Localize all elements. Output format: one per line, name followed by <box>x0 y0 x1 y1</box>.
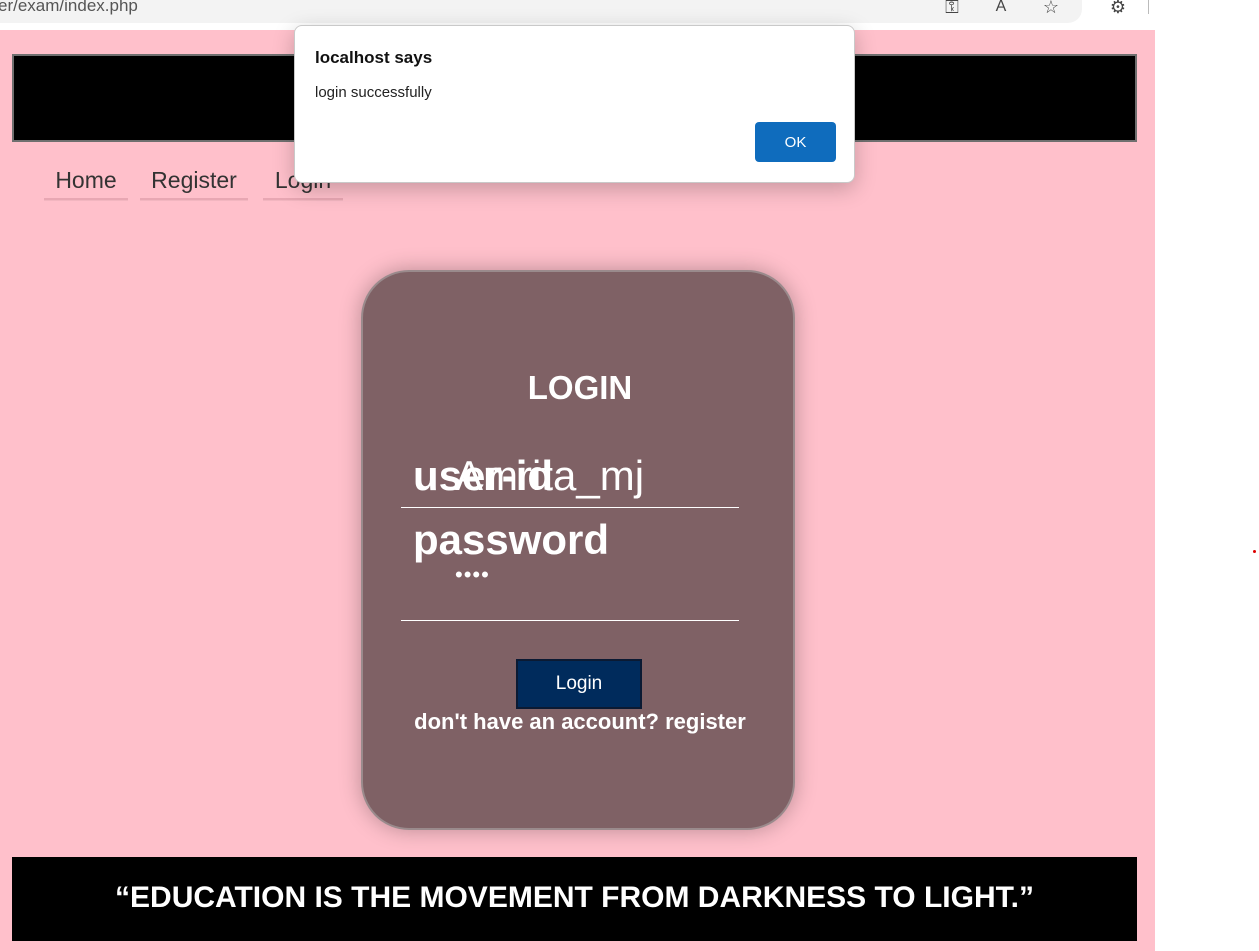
login-button[interactable]: Login <box>516 659 642 709</box>
password-underline <box>401 620 739 621</box>
right-gutter <box>1155 30 1259 951</box>
key-icon[interactable]: ⚿ <box>941 0 963 18</box>
dialog-message: login successfully <box>315 84 432 101</box>
toolbar-divider <box>1148 0 1149 14</box>
login-title: LOGIN <box>527 369 633 406</box>
login-card: LOGIN user-id password Login don't have … <box>361 270 795 830</box>
alert-dialog: localhost says login successfully OK <box>294 25 855 183</box>
stray-dot <box>1253 550 1256 553</box>
nav-register-link[interactable]: Register <box>140 160 248 200</box>
userid-input[interactable] <box>455 452 735 500</box>
address-url[interactable]: er/exam/index.php <box>0 0 138 16</box>
footer-quote: “EDUCATION IS THE MOVEMENT FROM DARKNESS… <box>115 881 1034 914</box>
dialog-ok-button[interactable]: OK <box>755 122 836 162</box>
nav-home-link[interactable]: Home <box>44 160 128 200</box>
footer-banner: “EDUCATION IS THE MOVEMENT FROM DARKNESS… <box>12 857 1137 941</box>
favorite-star-icon[interactable]: ☆ <box>1040 0 1062 18</box>
address-bar[interactable] <box>0 0 1082 23</box>
browser-viewport: er/exam/index.php ⚿ A ☆ ⚙ Home Register … <box>0 0 1259 951</box>
dialog-title: localhost says <box>315 48 433 67</box>
register-link[interactable]: don't have an account? register <box>363 709 797 735</box>
read-aloud-icon[interactable]: A <box>990 0 1012 18</box>
extensions-icon[interactable]: ⚙ <box>1107 0 1129 18</box>
userid-underline <box>401 507 739 508</box>
password-input[interactable] <box>455 562 655 588</box>
password-label: password <box>413 516 610 563</box>
